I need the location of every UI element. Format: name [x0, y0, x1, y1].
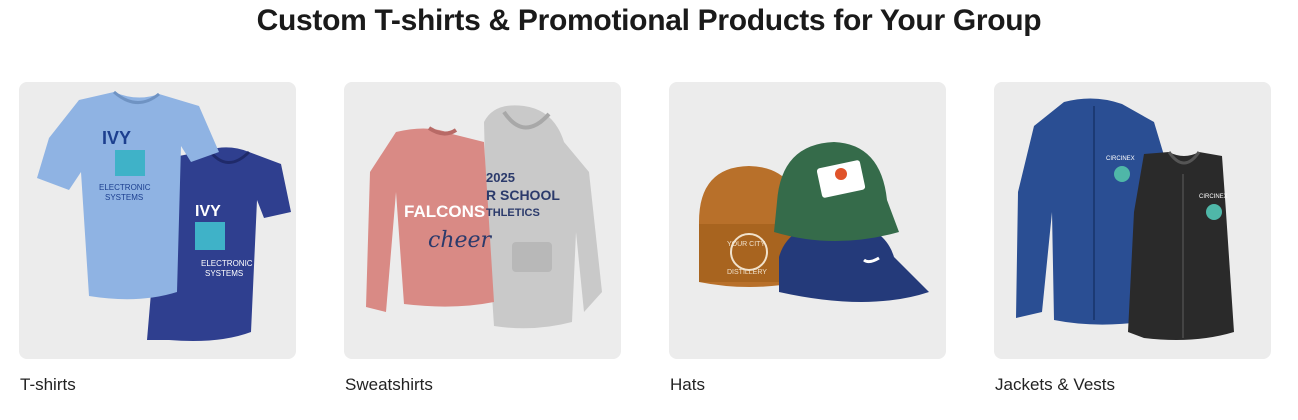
hats-image[interactable]: YOUR CITY DISTILLERY [669, 82, 946, 359]
svg-text:CIRCINEX: CIRCINEX [1199, 194, 1228, 200]
category-card-sweatshirts[interactable]: FALCONS cheer 2025 R SCHOOL THLETICS Swe… [344, 82, 621, 395]
category-label[interactable]: Hats [669, 375, 946, 395]
category-card-hats[interactable]: YOUR CITY DISTILLERY Hats [669, 82, 946, 395]
category-card-jackets-vests[interactable]: CIRCINEX CIRCINEX Jackets & Vests [994, 82, 1271, 395]
category-label[interactable]: Sweatshirts [344, 375, 621, 395]
tee-brand-text: IVY [102, 128, 131, 148]
jackets-image[interactable]: CIRCINEX CIRCINEX [994, 82, 1271, 359]
svg-text:YOUR CITY: YOUR CITY [727, 241, 765, 248]
page-title: Custom T-shirts & Promotional Products f… [256, 4, 1042, 37]
svg-text:cheer: cheer [428, 228, 493, 253]
svg-text:ELECTRONIC: ELECTRONIC [201, 259, 253, 268]
svg-text:IVY: IVY [195, 203, 221, 220]
sweatshirts-image[interactable]: FALCONS cheer 2025 R SCHOOL THLETICS [344, 82, 621, 359]
category-card-t-shirts[interactable]: IVY ELECTRONIC SYSTEMS IVY ELECTRONIC SY… [19, 82, 296, 395]
svg-text:CIRCINEX: CIRCINEX [1106, 156, 1135, 162]
category-label[interactable]: T-shirts [19, 375, 296, 395]
svg-text:SYSTEMS: SYSTEMS [105, 193, 143, 202]
svg-text:R SCHOOL: R SCHOOL [486, 187, 560, 203]
svg-text:DISTILLERY: DISTILLERY [727, 269, 767, 276]
t-shirts-image[interactable]: IVY ELECTRONIC SYSTEMS IVY ELECTRONIC SY… [19, 82, 296, 359]
category-label[interactable]: Jackets & Vests [994, 375, 1271, 395]
svg-text:ELECTRONIC: ELECTRONIC [99, 183, 151, 192]
svg-text:2025: 2025 [486, 170, 515, 185]
sweat-falcons-text: FALCONS [404, 202, 485, 221]
svg-text:SYSTEMS: SYSTEMS [205, 269, 243, 278]
svg-text:THLETICS: THLETICS [486, 207, 540, 219]
